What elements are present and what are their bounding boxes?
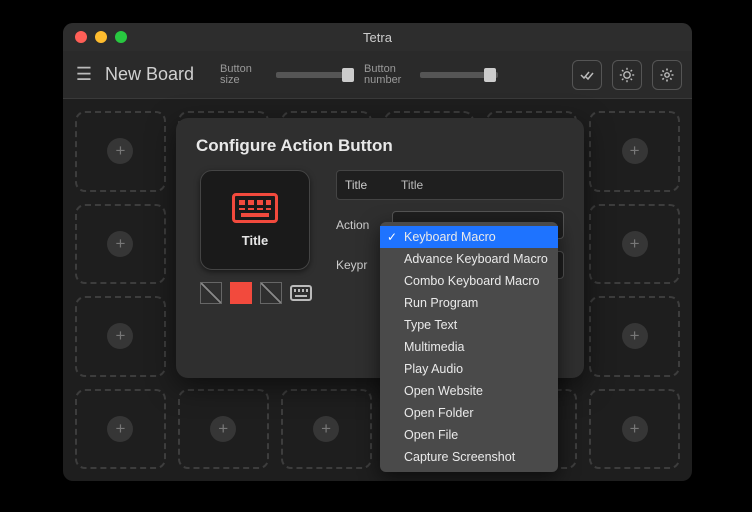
slider-thumb[interactable] — [484, 68, 496, 82]
preview-column: Title — [196, 170, 318, 304]
dropdown-item[interactable]: Advance Keyboard Macro — [380, 248, 558, 270]
grid-cell[interactable]: + — [75, 111, 166, 192]
board-title[interactable]: New Board — [105, 64, 194, 85]
checkmark-button[interactable] — [572, 60, 602, 90]
plus-icon: + — [622, 231, 648, 257]
plus-icon: + — [622, 323, 648, 349]
field-label: Title — [345, 178, 393, 192]
swatch-row — [200, 282, 318, 304]
plus-icon: + — [107, 138, 133, 164]
grid-cell[interactable]: + — [75, 296, 166, 377]
plus-icon: + — [622, 416, 648, 442]
plus-icon: + — [107, 231, 133, 257]
button-preview[interactable]: Title — [200, 170, 310, 270]
window-title: Tetra — [63, 30, 692, 45]
grid-cell[interactable]: + — [178, 389, 269, 470]
grid-cell[interactable]: + — [281, 389, 372, 470]
gear-icon — [659, 67, 675, 83]
field-label: Keypr — [336, 258, 384, 272]
dropdown-item[interactable]: Open Folder — [380, 402, 558, 424]
action-dropdown-menu[interactable]: Keyboard MacroAdvance Keyboard MacroComb… — [380, 222, 558, 472]
title-field[interactable]: Title Title — [336, 170, 564, 200]
preview-title: Title — [242, 233, 269, 248]
settings-button[interactable] — [652, 60, 682, 90]
slider-thumb[interactable] — [342, 68, 354, 82]
dropdown-item[interactable]: Type Text — [380, 314, 558, 336]
dropdown-item[interactable]: Multimedia — [380, 336, 558, 358]
dropdown-item[interactable]: Capture Screenshot — [380, 446, 558, 468]
slider-track[interactable] — [420, 72, 498, 78]
grid-cell[interactable]: + — [75, 389, 166, 470]
grid-cell[interactable]: + — [75, 204, 166, 285]
modal-title: Configure Action Button — [196, 136, 564, 156]
slider-label: Button number — [364, 64, 414, 86]
slider-label: Button size — [220, 64, 270, 86]
grid-cell[interactable]: + — [589, 204, 680, 285]
slider-track[interactable] — [276, 72, 354, 78]
field-label: Action — [336, 218, 384, 232]
dropdown-item[interactable]: Run Program — [380, 292, 558, 314]
grid-cell[interactable]: + — [589, 389, 680, 470]
swatch-none-fg[interactable] — [260, 282, 282, 304]
grid-cell[interactable]: + — [589, 296, 680, 377]
button-number-slider[interactable]: Button number — [364, 64, 498, 86]
menu-icon[interactable]: ☰ — [73, 64, 95, 85]
swatch-red[interactable] — [230, 282, 252, 304]
plus-icon: + — [313, 416, 339, 442]
plus-icon: + — [210, 416, 236, 442]
dropdown-item[interactable]: Open File — [380, 424, 558, 446]
sun-icon — [619, 67, 635, 83]
toolbar: ☰ New Board Button size Button number — [63, 51, 692, 99]
plus-icon: + — [107, 323, 133, 349]
dropdown-item[interactable]: Play Audio — [380, 358, 558, 380]
plus-icon: + — [622, 138, 648, 164]
keyboard-icon — [232, 193, 278, 223]
dropdown-item[interactable]: Open Website — [380, 380, 558, 402]
theme-button[interactable] — [612, 60, 642, 90]
swatch-none-bg[interactable] — [200, 282, 222, 304]
dropdown-item[interactable]: Keyboard Macro — [380, 226, 558, 248]
plus-icon: + — [107, 416, 133, 442]
double-check-icon — [579, 67, 595, 83]
icon-picker-button[interactable] — [290, 285, 312, 301]
title-input[interactable]: Title — [401, 178, 423, 192]
grid-cell[interactable]: + — [589, 111, 680, 192]
titlebar[interactable]: Tetra — [63, 23, 692, 51]
dropdown-item[interactable]: Combo Keyboard Macro — [380, 270, 558, 292]
button-size-slider[interactable]: Button size — [220, 64, 354, 86]
